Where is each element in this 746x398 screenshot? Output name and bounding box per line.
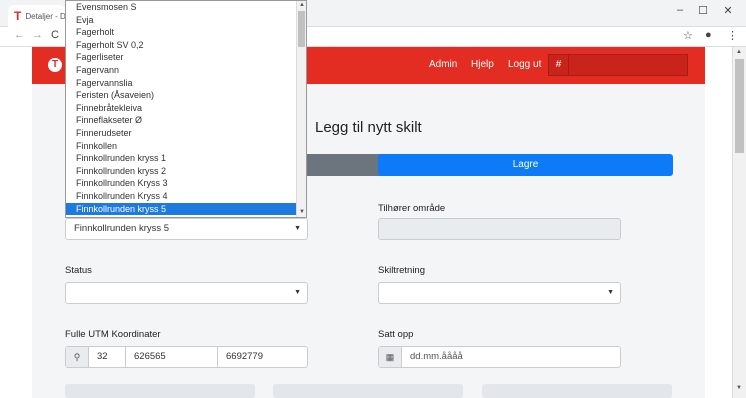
utm-field-group: ⚲ 32 626565 6692779 (65, 346, 308, 368)
scroll-down-icon[interactable]: ▼ (299, 209, 305, 215)
account-icon[interactable]: ● (705, 29, 712, 41)
scroll-up-icon[interactable]: ▲ (299, 2, 305, 8)
setup-date-input[interactable]: dd.mm.åååå (401, 347, 620, 367)
bottom-card (273, 384, 463, 398)
address-bar[interactable] (300, 30, 680, 44)
logo-icon[interactable]: T (48, 58, 62, 72)
dropdown-option[interactable]: Finnkollen (66, 140, 306, 153)
dropdown-option[interactable]: Finnerudseter (66, 127, 306, 140)
tab-favicon-icon: T (14, 9, 22, 23)
dropdown-option[interactable]: Finnkollrunden Kryss 3 (66, 177, 306, 190)
close-window-button[interactable]: ✕ (718, 4, 738, 17)
map-pin-icon: ⚲ (66, 347, 88, 367)
browser-menu-icon[interactable]: ⋮ (727, 29, 738, 42)
direction-select[interactable]: ▼ (378, 282, 621, 304)
dropdown-option[interactable]: Finnkollrunden kryss 5 (66, 202, 306, 216)
dropdown-option[interactable]: Feristen (Åsaveien) (66, 89, 306, 102)
dropdown-option[interactable]: Fagerliseter (66, 51, 306, 64)
dropdown-option[interactable]: Fagervannslia (66, 77, 306, 90)
location-select-value: Finnkollrunden kryss 5 (74, 223, 170, 234)
dropdown-scrollbar-thumb[interactable] (298, 11, 305, 47)
browser-tab[interactable]: T Detaljer - D (8, 5, 66, 27)
bookmark-star-icon[interactable]: ☆ (683, 29, 693, 42)
dropdown-option[interactable]: Finnebråtekleiva (66, 102, 306, 115)
calendar-icon: ▦ (379, 347, 401, 367)
back-icon[interactable]: ← (14, 29, 25, 41)
setup-label: Satt opp (378, 329, 414, 340)
dropdown-option[interactable]: Fagerholt (66, 26, 306, 39)
dropdown-option[interactable]: Fagervann (66, 64, 306, 77)
status-label: Status (65, 265, 92, 276)
dropdown-option[interactable]: Finnkollrunden kryss 1 (66, 152, 306, 165)
maximize-button[interactable]: ☐ (693, 4, 713, 17)
utm-zone-input[interactable]: 32 (88, 347, 125, 367)
location-select[interactable]: Finnkollrunden kryss 5 ▼ (65, 218, 308, 240)
reload-icon[interactable]: C (51, 29, 59, 41)
chevron-down-icon: ▼ (294, 225, 301, 232)
save-button[interactable]: Lagre (378, 154, 673, 176)
status-select[interactable]: ▼ (65, 282, 308, 304)
dropdown-option[interactable]: Finnkollrunden kryss 2 (66, 165, 306, 178)
setup-date-group: ▦ dd.mm.åååå (378, 346, 621, 368)
dropdown-options: Evensmosen S Evja Fagerholt Fagerholt SV 0,… (66, 1, 306, 216)
sign-number-input[interactable]: # (548, 54, 688, 76)
menu-help[interactable]: Hjelp (471, 59, 494, 70)
tab-title: Detaljer - D (25, 11, 66, 21)
chevron-down-icon: ▼ (294, 289, 301, 296)
utm-north-input[interactable]: 6692779 (217, 347, 307, 367)
hash-icon: # (549, 55, 569, 75)
dropdown-option[interactable]: Evja (66, 14, 306, 27)
scroll-up-icon[interactable]: ▲ (736, 49, 742, 55)
dropdown-option[interactable]: Evensmosen S (66, 1, 306, 14)
location-dropdown-list[interactable]: Evensmosen S Evja Fagerholt Fagerholt SV 0,… (65, 0, 307, 218)
menu-logout[interactable]: Logg ut (508, 59, 541, 70)
dropdown-option[interactable]: Fagerholt SV 0,2 (66, 39, 306, 52)
page-scrollbar-thumb[interactable] (735, 59, 744, 153)
scroll-down-icon[interactable]: ▼ (736, 385, 742, 391)
minimize-button[interactable]: – (670, 4, 690, 16)
direction-label: Skiltretning (378, 265, 425, 276)
utm-east-input[interactable]: 626565 (125, 347, 217, 367)
page-scrollbar[interactable]: ▲ ▼ (732, 47, 746, 398)
utm-label: Fulle UTM Koordinater (65, 329, 161, 340)
area-field (378, 218, 621, 240)
chevron-down-icon: ▼ (607, 289, 614, 296)
forward-icon[interactable]: → (32, 29, 43, 41)
dropdown-option[interactable]: Finneflakseter Ø (66, 114, 306, 127)
bottom-card (65, 384, 255, 398)
dropdown-scrollbar[interactable]: ▲ ▼ (296, 1, 306, 217)
bottom-card (482, 384, 672, 398)
area-label: Tilhører område (378, 203, 446, 214)
dropdown-option[interactable]: Finnkollrunden Kryss 4 (66, 190, 306, 203)
page-title: Legg til nytt skilt (315, 119, 422, 136)
menu-admin[interactable]: Admin (429, 59, 457, 70)
